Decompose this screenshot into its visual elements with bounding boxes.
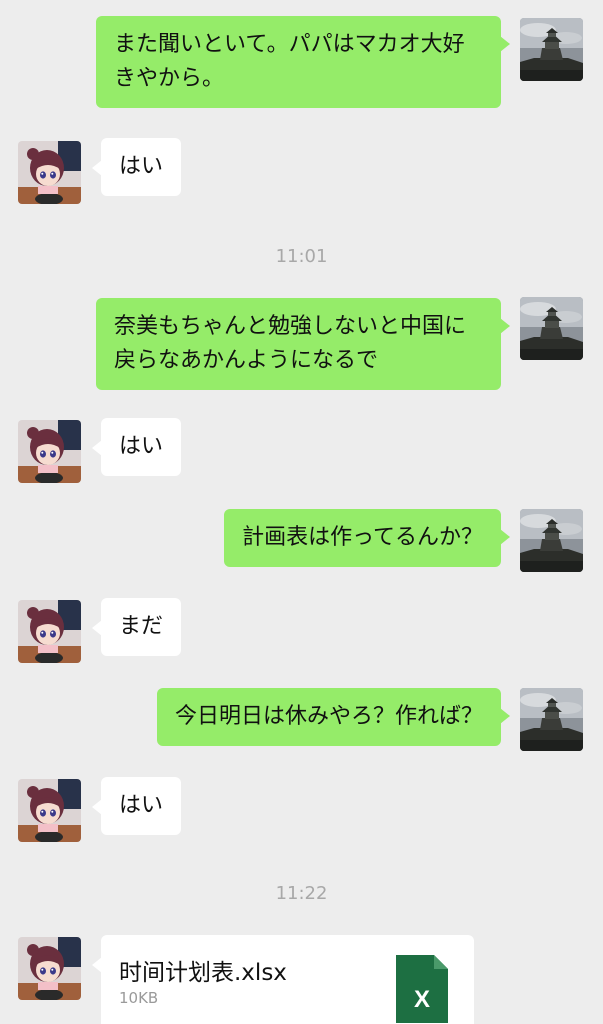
anime-girl-avatar-icon	[18, 420, 81, 483]
castle-photo-avatar-icon	[520, 297, 583, 360]
message-bubble-incoming[interactable]: はい	[91, 418, 182, 476]
message-bubble-outgoing[interactable]: また聞いといて。パパはマカオ大好きやから。	[96, 16, 510, 108]
excel-letter: X	[414, 986, 430, 1013]
castle-photo-avatar-icon	[520, 509, 583, 572]
message-timestamp: 11:01	[275, 246, 328, 267]
message-text: 奈美もちゃんと勉強しないと中国に戻らなあかんようになるで	[114, 314, 467, 373]
avatar-contact[interactable]	[18, 141, 81, 204]
avatar-contact[interactable]	[18, 937, 81, 1000]
chat-thread: また聞いといて。パパはマカオ大好きやから。 はい 11:01 奈美もちゃんと勉強…	[0, 0, 603, 1024]
message-bubble-outgoing[interactable]: 今日明日は休みやろ？作れば？	[156, 688, 511, 746]
message-text: また聞いといて。パパはマカオ大好きやから。	[114, 32, 465, 91]
message-timestamp: 11:22	[275, 883, 328, 904]
message-text: はい	[119, 434, 164, 459]
message-bubble-incoming[interactable]: はい	[91, 138, 182, 196]
message-text: はい	[119, 793, 164, 818]
message-text: 今日明日は休みやろ？作れば？	[174, 704, 483, 729]
message-text: 計画表は作ってるんか？	[242, 525, 483, 550]
file-attachment-card[interactable]: 时间计划表.xlsx 10KB X	[92, 935, 474, 1024]
message-text: まだ	[119, 614, 164, 639]
avatar-contact[interactable]	[18, 779, 81, 842]
avatar-self[interactable]	[520, 688, 583, 751]
anime-girl-avatar-icon	[18, 141, 81, 204]
message-text: はい	[119, 154, 164, 179]
message-bubble-incoming[interactable]: まだ	[91, 598, 182, 656]
avatar-self[interactable]	[520, 509, 583, 572]
avatar-self[interactable]	[520, 18, 583, 81]
avatar-contact[interactable]	[18, 600, 81, 663]
message-bubble-outgoing[interactable]: 計画表は作ってるんか？	[224, 509, 510, 567]
anime-girl-avatar-icon	[18, 937, 81, 1000]
castle-photo-avatar-icon	[520, 688, 583, 751]
anime-girl-avatar-icon	[18, 779, 81, 842]
avatar-contact[interactable]	[18, 420, 81, 483]
message-bubble-incoming[interactable]: はい	[91, 777, 182, 835]
castle-photo-avatar-icon	[520, 18, 583, 81]
excel-file-icon: X	[396, 955, 448, 1023]
anime-girl-avatar-icon	[18, 600, 81, 663]
file-size: 10KB	[119, 989, 159, 1007]
file-name: 时间计划表.xlsx	[119, 960, 287, 986]
message-bubble-outgoing[interactable]: 奈美もちゃんと勉強しないと中国に戻らなあかんようになるで	[96, 298, 510, 390]
avatar-self[interactable]	[520, 297, 583, 360]
